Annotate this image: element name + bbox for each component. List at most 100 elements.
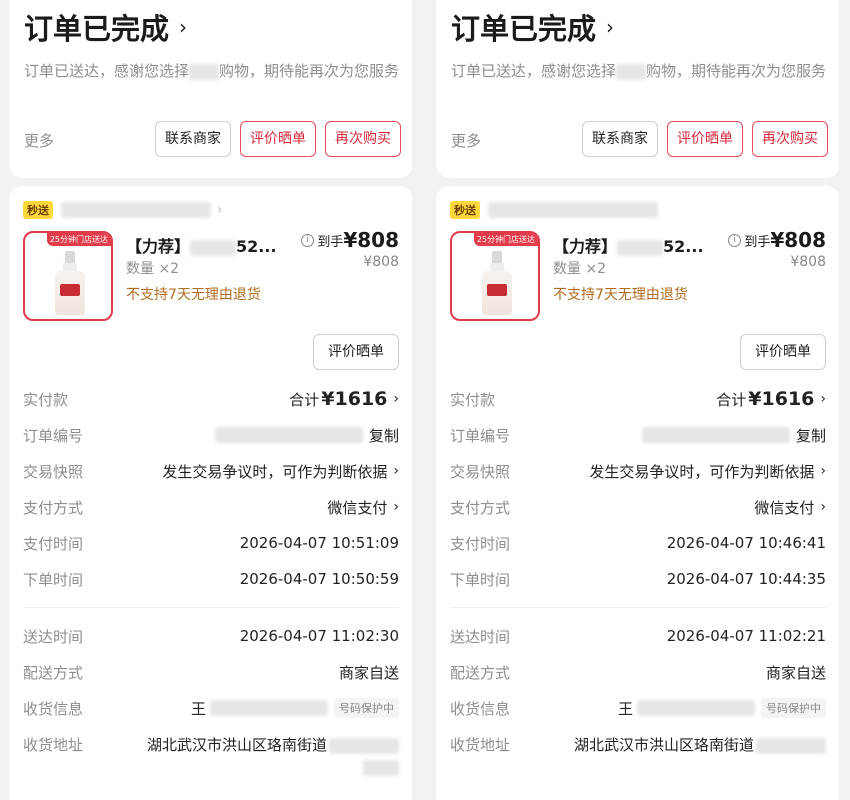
contact-merchant-button[interactable]: 联系商家 [155,121,231,157]
row-value: 2026-04-07 10:50:59 [239,570,399,588]
arrive-price-label: 到手 [744,234,771,250]
row-payment-method[interactable]: 支付方式 微信支付 › [9,489,412,525]
status-card: 订单已完成 › 订单已送达，感谢您选择 购物，期待能再次为您服务 更多 联系商家 … [436,0,839,178]
redacted-shop-name [488,202,658,218]
info-icon[interactable]: i [728,233,742,247]
row-value: 微信支付 [754,498,815,517]
status-title-text: 订单已完成 [451,12,597,46]
receiver-name: 王 [617,699,633,718]
product-title-prefix: 【力荐】 [553,237,618,256]
status-description: 订单已送达，感谢您选择 购物，期待能再次为您服务 [24,60,404,83]
chevron-right-icon: › [393,499,399,515]
row-paid-amount[interactable]: 实付款 合计 ¥1616 › [436,381,839,417]
divider [450,607,826,608]
product-thumbnail[interactable]: 25分钟门店送达 [450,231,540,321]
delivery-time-tag: 25分钟门店送达 [46,233,111,246]
review-button[interactable]: 评价晒单 [667,121,743,157]
desc-before: 订单已送达，感谢您选择 [451,62,617,80]
row-value: 2026-04-07 10:46:41 [666,534,826,552]
more-link[interactable]: 更多 [24,130,54,151]
buy-again-button[interactable]: 再次购买 [325,121,401,157]
redacted-phone [637,700,755,716]
shop-row[interactable]: 秒送 [450,201,658,219]
address-text: 湖北武汉市洪山区珞南街道 [146,736,327,754]
status-card: 订单已完成 › 订单已送达，感谢您选择 购物，期待能再次为您服务 更多 联系商家 … [9,0,412,178]
original-price: ¥808 [363,254,399,270]
buy-again-button[interactable]: 再次购买 [752,121,828,157]
product-title-prefix: 【力荐】 [126,237,191,256]
shop-row[interactable]: 秒送 › [23,201,223,219]
instant-delivery-badge: 秒送 [23,201,53,219]
product-thumbnail[interactable]: 25分钟门店送达 [23,231,113,321]
chevron-right-icon: › [217,202,223,218]
redacted-order-number [214,427,363,443]
row-receiver-info: 收货信息 王 号码保护中 [9,690,412,726]
more-link[interactable]: 更多 [451,130,481,151]
order-status-title[interactable]: 订单已完成 › [24,6,187,48]
liquor-bottle-image [55,251,85,317]
product-quantity: 数量 ×2 [553,261,607,277]
row-address: 收货地址 湖北武汉市洪山区珞南街道 [9,726,412,778]
row-address: 收货地址 湖北武汉市洪山区珞南街道 [436,726,839,756]
product-title-tail: 52... [236,237,277,256]
review-item-button[interactable]: 评价晒单 [740,334,826,370]
row-delivery-method: 配送方式 商家自送 [436,654,839,690]
no-return-notice: 不支持7天无理由退货 [126,287,261,303]
row-value: 2026-04-07 11:02:21 [666,627,826,645]
total-label: 合计 [289,390,320,409]
row-value: 发生交易争议时，可作为判断依据 [162,462,388,481]
row-payment-method[interactable]: 支付方式 微信支付 › [436,489,839,525]
row-value: 发生交易争议时，可作为判断依据 [589,462,815,481]
row-label: 订单编号 [23,426,84,445]
row-order-time: 下单时间 2026-04-07 10:50:59 [9,561,412,597]
row-order-number: 订单编号 复制 [9,417,412,453]
chevron-right-icon: › [393,391,399,407]
row-value: 微信支付 [327,498,388,517]
row-label: 送达时间 [450,627,511,646]
contact-merchant-button[interactable]: 联系商家 [582,121,658,157]
redacted-shop-name [61,202,211,218]
redacted-product-name [617,239,664,256]
row-label: 收货信息 [23,699,84,718]
chevron-right-icon: › [179,15,188,39]
desc-before: 订单已送达，感谢您选择 [24,62,190,80]
row-label: 收货地址 [23,736,84,754]
chevron-right-icon: › [820,391,826,407]
row-label: 送达时间 [23,627,84,646]
info-icon[interactable]: i [301,233,315,247]
original-price: ¥808 [790,254,826,270]
order-detail-card: 秒送 › 25分钟门店送达 【力荐】 52... 数量 ×2 不支持7天无理由退货… [9,186,412,800]
row-value: 2026-04-07 10:44:35 [666,570,826,588]
row-order-number: 订单编号 复制 [436,417,839,453]
product-title[interactable]: 【力荐】 52... [553,233,704,257]
divider [23,607,399,608]
total-amount: ¥1616 [321,388,388,410]
row-label: 订单编号 [450,426,511,445]
redacted-address-detail [756,737,826,754]
row-trade-snapshot[interactable]: 交易快照 发生交易争议时，可作为判断依据 › [436,453,839,489]
review-item-button[interactable]: 评价晒单 [313,334,399,370]
desc-after: 购物，期待能再次为您服务 [646,62,827,80]
total-label: 合计 [716,390,747,409]
redacted-address-detail [329,737,399,754]
row-paid-amount[interactable]: 实付款 合计 ¥1616 › [9,381,412,417]
copy-button[interactable]: 复制 [369,425,399,446]
order-status-title[interactable]: 订单已完成 › [451,6,614,48]
instant-delivery-badge: 秒送 [450,201,480,219]
row-label: 配送方式 [23,663,84,682]
product-quantity: 数量 ×2 [126,261,180,277]
product-title[interactable]: 【力荐】 52... [126,233,277,257]
row-delivered-time: 送达时间 2026-04-07 11:02:30 [9,618,412,654]
row-label: 收货地址 [450,736,511,754]
row-label: 支付时间 [23,534,84,553]
row-order-time: 下单时间 2026-04-07 10:44:35 [436,561,839,597]
product-title-tail: 52... [663,237,704,256]
row-trade-snapshot[interactable]: 交易快照 发生交易争议时，可作为判断依据 › [9,453,412,489]
review-button[interactable]: 评价晒单 [240,121,316,157]
copy-button[interactable]: 复制 [796,425,826,446]
total-amount: ¥1616 [748,388,815,410]
liquor-bottle-image [482,251,512,317]
final-price: ¥808 [770,228,826,252]
row-label: 配送方式 [450,663,511,682]
phone-protection-tag: 号码保护中 [334,698,399,718]
